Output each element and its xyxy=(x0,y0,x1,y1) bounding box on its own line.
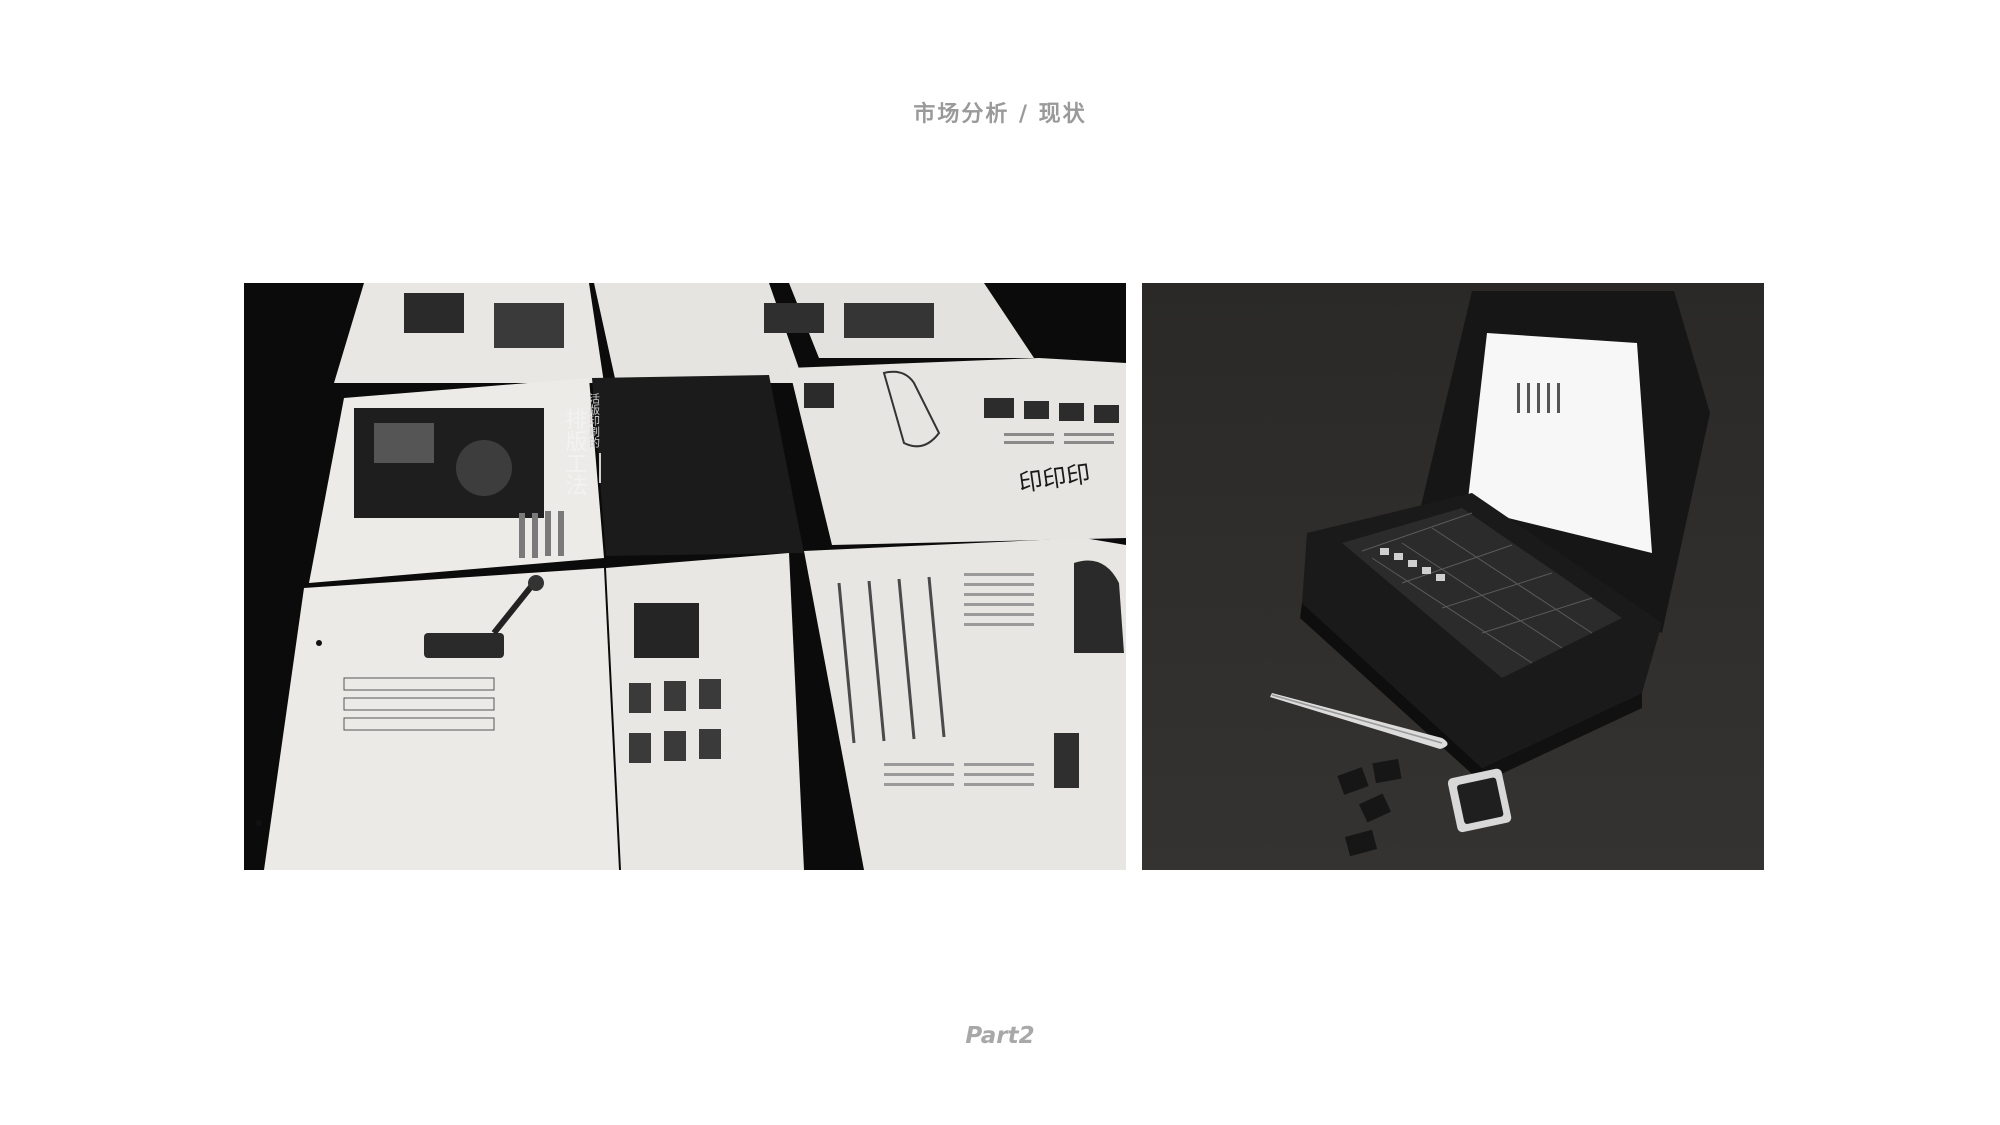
booklet-spread-photo: 排版工法 活版印刷的 印印印 xyxy=(244,283,1126,870)
booklet-title: 排版工法 xyxy=(562,408,588,496)
type-kit-box-photo xyxy=(1142,283,1764,870)
part-label: Part2 xyxy=(965,1023,1035,1049)
booklet-subtitle: 活版印刷的 xyxy=(588,393,601,449)
page-title: 市场分析 / 现状 xyxy=(913,102,1087,127)
